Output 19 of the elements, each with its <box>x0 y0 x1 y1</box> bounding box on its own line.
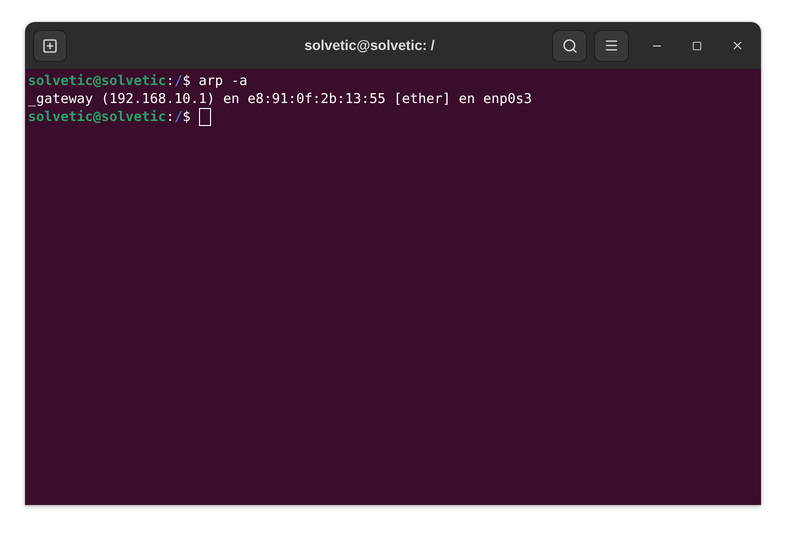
menu-icon <box>604 38 619 53</box>
close-icon <box>730 39 744 52</box>
new-tab-icon <box>42 38 58 54</box>
menu-button[interactable] <box>594 30 629 62</box>
prompt-user-host: solvetic@solvetic <box>28 72 166 91</box>
search-button[interactable] <box>552 30 587 62</box>
prompt-path: / <box>174 108 182 127</box>
new-tab-button[interactable] <box>33 30 67 62</box>
prompt-separator: : <box>166 108 174 127</box>
prompt-symbol: $ <box>182 72 191 91</box>
maximize-icon <box>692 40 702 50</box>
prompt-path: / <box>174 72 182 91</box>
prompt-symbol: $ <box>182 108 191 127</box>
window-title: solvetic@solvetic: / <box>304 36 435 55</box>
output-text: _gateway (192.168.10.1) en e8:91:0f:2b:13:55 [ether] en enp0s3 <box>28 90 532 109</box>
prompt-separator: : <box>166 72 174 91</box>
search-icon <box>562 38 578 54</box>
command-text: arp -a <box>198 72 248 91</box>
prompt-user-host: solvetic@solvetic <box>28 108 166 127</box>
